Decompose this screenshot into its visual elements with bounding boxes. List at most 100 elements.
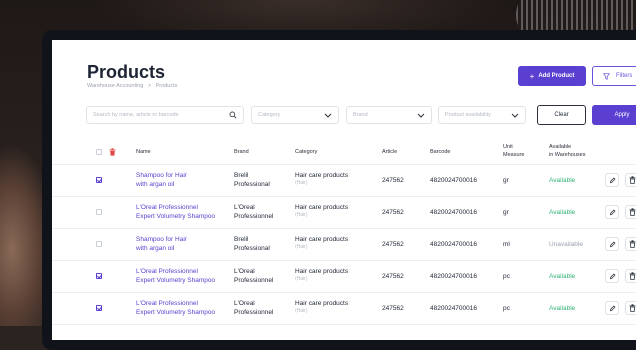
delete-button[interactable] [625, 269, 636, 283]
barcode-cell: 4820024700016 [430, 273, 477, 280]
product-name-line2: with argan oil [136, 181, 175, 188]
unit-cell: gr [503, 209, 509, 216]
brand-line2: Professionnel [234, 213, 274, 220]
category-sub: (Hair) [295, 180, 308, 186]
plus-icon: + [529, 71, 535, 81]
unit-cell: ml [503, 241, 510, 248]
delete-button[interactable] [625, 205, 636, 219]
row-checkbox[interactable] [96, 177, 102, 183]
trash-icon [629, 304, 635, 312]
category-cell: Hair care products (Hair) [295, 235, 348, 251]
edit-button[interactable] [605, 269, 619, 283]
brand-line1: Brelil [234, 236, 249, 243]
header-available-line2: in Warehouses [549, 152, 586, 158]
header-article[interactable]: Article [382, 148, 397, 156]
breadcrumb-separator: > [147, 83, 152, 89]
product-name-line1: L'Oreal Professionnel [136, 300, 198, 307]
category-cell: Hair care products (Hair) [295, 203, 348, 219]
brand-line1: L'Oreal [234, 204, 255, 211]
product-name-link[interactable]: L'Oreal Professionnel Expert Volumetry Sh… [136, 267, 215, 285]
brand-line2: Professionnel [234, 309, 274, 316]
category-label: Hair care products [295, 300, 349, 307]
product-name-link[interactable]: L'Oreal Professionnel Expert Volumetry Sh… [136, 203, 215, 221]
availability-placeholder: Product availability [445, 112, 491, 118]
table-header: Name Brand Category Article Barcode Unit… [52, 140, 636, 165]
article-cell: 247562 [382, 209, 404, 216]
category-label: Hair care products [295, 268, 349, 275]
filters-button[interactable]: Filters [592, 66, 636, 86]
category-sub: (Hair) [295, 276, 308, 282]
edit-button[interactable] [605, 301, 619, 315]
availability-status: Available [549, 177, 576, 184]
category-select[interactable]: Category [251, 106, 339, 124]
search-input[interactable]: Search by name, article or barcode [86, 106, 244, 124]
edit-button[interactable] [605, 173, 619, 187]
category-label: Hair care products [295, 236, 349, 243]
brand-cell: Brelil Professional [234, 235, 270, 253]
article-cell: 247562 [382, 177, 404, 184]
row-checkbox[interactable] [96, 241, 102, 247]
product-name-line2: Expert Volumetry Shampoo [136, 277, 216, 284]
brand-line2: Professional [234, 181, 270, 188]
breadcrumb: Warehouse Accounting > Products [87, 83, 180, 89]
pencil-icon [609, 305, 615, 311]
header-available[interactable]: Available in Warehouses [549, 143, 585, 159]
category-label: Hair care products [295, 204, 349, 211]
add-product-button[interactable]: + Add Product [518, 66, 586, 86]
trash-icon[interactable] [109, 148, 116, 156]
brand-cell: Brelil Professional [234, 171, 270, 189]
table-row[interactable]: L'Oreal Professionnel Expert Volumetry Sh… [52, 260, 636, 293]
brand-select[interactable]: Brand [346, 106, 432, 124]
header-name[interactable]: Name [136, 148, 151, 156]
row-checkbox[interactable] [96, 273, 102, 279]
table-row[interactable]: Shampoo for Hair with argan oil Brelil Prof… [52, 164, 636, 197]
search-icon [229, 111, 237, 119]
delete-button[interactable] [625, 237, 636, 251]
pencil-icon [609, 273, 615, 279]
product-name-link[interactable]: Shampoo for Hair with argan oil [136, 171, 187, 189]
availability-status: Available [549, 305, 576, 312]
delete-button[interactable] [625, 301, 636, 315]
table-row[interactable]: L'Oreal Professionnel Expert Volumetry Sh… [52, 292, 636, 325]
select-all-checkbox[interactable] [96, 149, 102, 155]
product-name-link[interactable]: L'Oreal Professionnel Expert Volumetry Sh… [136, 299, 215, 317]
product-name-line1: L'Oreal Professionnel [136, 268, 198, 275]
product-name-line1: Shampoo for Hair [136, 236, 187, 243]
add-product-label: Add Product [538, 73, 575, 79]
barcode-cell: 4820024700016 [430, 305, 477, 312]
row-checkbox[interactable] [96, 305, 102, 311]
category-cell: Hair care products (Hair) [295, 171, 348, 187]
header-category[interactable]: Category [295, 148, 317, 156]
product-name-line2: with argan oil [136, 245, 175, 252]
brand-line1: L'Oreal [234, 300, 255, 307]
breadcrumb-item-warehouse[interactable]: Warehouse Accounting [87, 83, 143, 89]
header-available-line1: Available [549, 144, 572, 150]
table-row[interactable]: L'Oreal Professionnel Expert Volumetry Sh… [52, 196, 636, 229]
page-title: Products [87, 62, 166, 82]
pencil-icon [609, 177, 615, 183]
trash-icon [629, 208, 635, 216]
header-brand[interactable]: Brand [234, 148, 249, 156]
product-name-line1: L'Oreal Professionnel [136, 204, 198, 211]
product-name-link[interactable]: Shampoo for Hair with argan oil [136, 235, 187, 253]
barcode-cell: 4820024700016 [430, 241, 477, 248]
header-unit-line1: Unit [503, 144, 513, 150]
delete-button[interactable] [625, 173, 636, 187]
table-row[interactable]: Shampoo for Hair with argan oil Brelil Prof… [52, 228, 636, 261]
unit-cell: gr [503, 177, 509, 184]
apply-button[interactable]: Apply [592, 105, 636, 125]
app-screen: Products Warehouse Accounting > Products… [52, 40, 636, 340]
header-unit[interactable]: Unit Measure [503, 143, 524, 159]
edit-button[interactable] [605, 205, 619, 219]
chevron-down-icon [324, 113, 332, 118]
header-barcode[interactable]: Barcode [430, 148, 451, 156]
edit-button[interactable] [605, 237, 619, 251]
barcode-cell: 4820024700016 [430, 177, 477, 184]
brand-cell: L'Oreal Professionnel [234, 203, 273, 221]
chevron-down-icon [417, 113, 425, 118]
clear-button[interactable]: Clear [537, 105, 586, 125]
availability-select[interactable]: Product availability [438, 106, 526, 124]
category-sub: (Hair) [295, 212, 308, 218]
trash-icon [629, 240, 635, 248]
row-checkbox[interactable] [96, 209, 102, 215]
